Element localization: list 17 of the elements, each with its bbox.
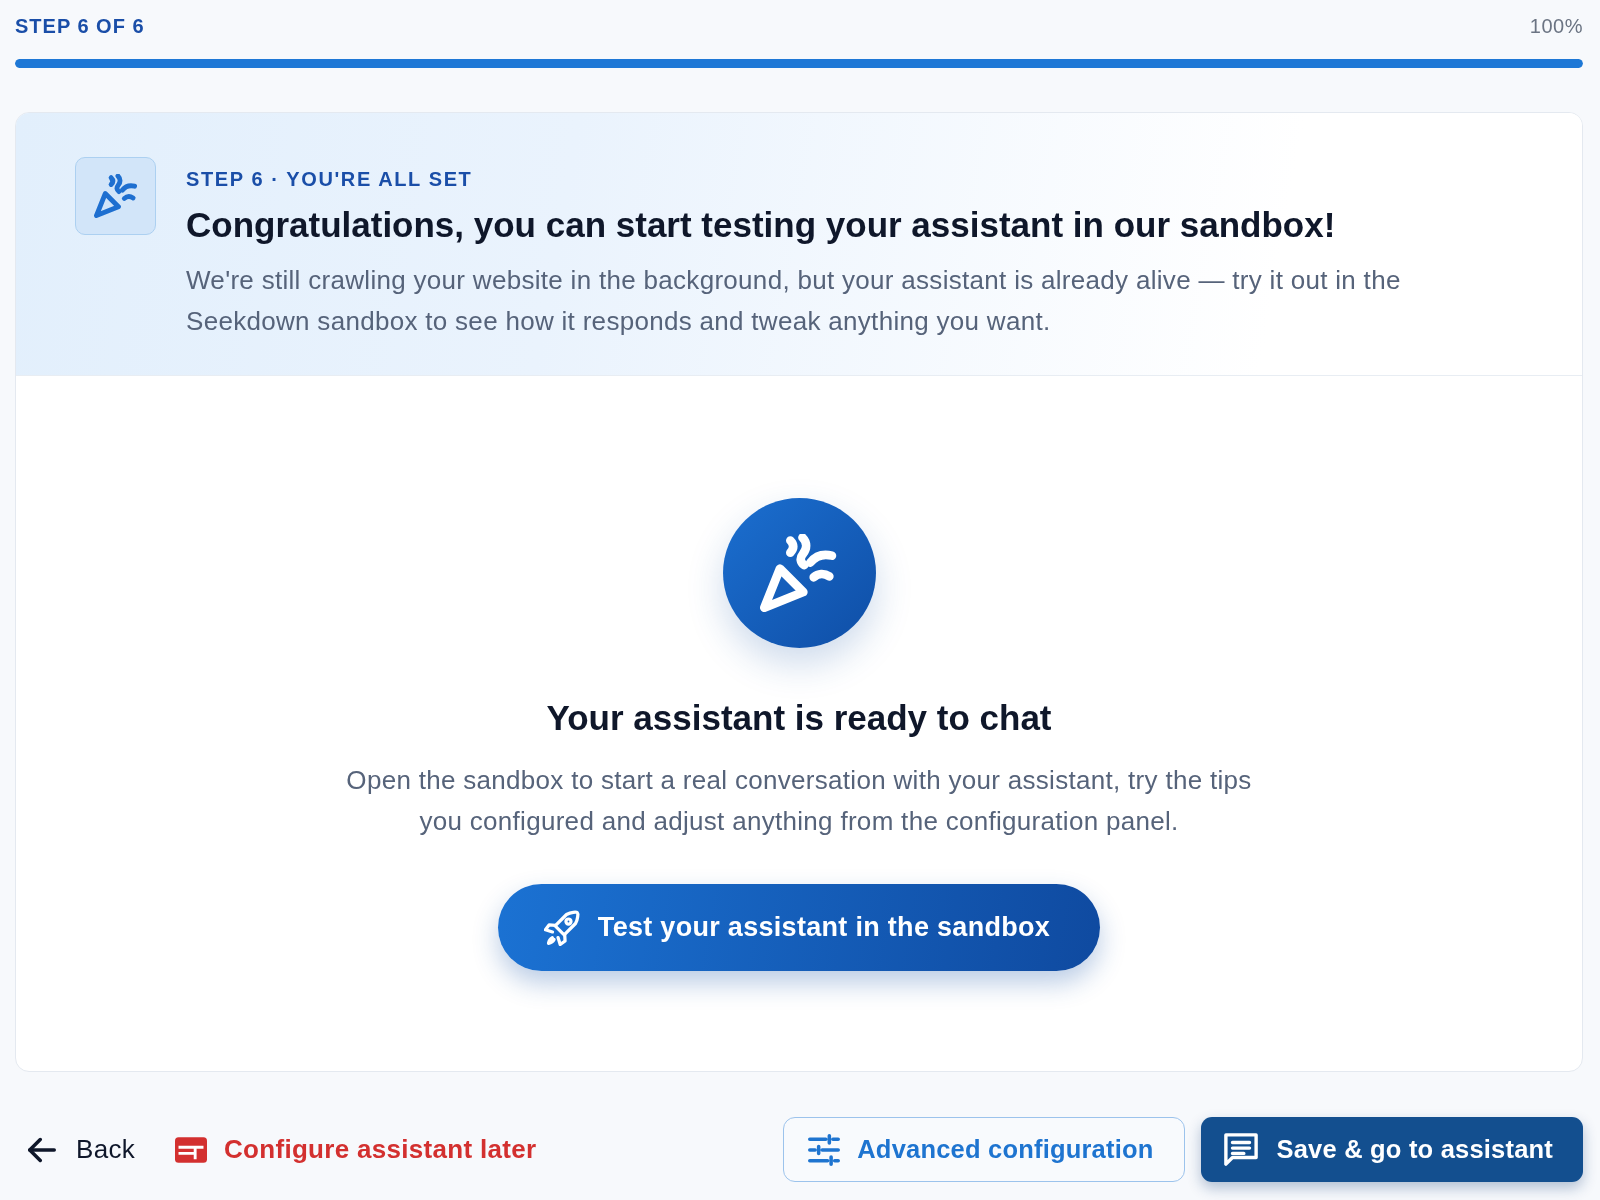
test-sandbox-button[interactable]: Test your assistant in the sandbox xyxy=(497,884,1101,971)
advanced-configuration-button[interactable]: Advanced configuration xyxy=(783,1117,1185,1182)
step-eyebrow: STEP 6 · YOU'RE ALL SET xyxy=(186,167,474,192)
step-title: Congratulations, you can start testing your assistant in our sandbox! xyxy=(186,204,1337,246)
arrow-left-icon xyxy=(28,1135,56,1164)
ready-description: Open the sandbox to start a real conversation with your assistant, try the tips you configured and adjust anything from the configuration panel. xyxy=(345,764,1253,838)
step-description: We're still crawling your website in the background, but your assistant is already alive — try it out in the Seekdown sandbox to see how it responds and tweak anything you want. xyxy=(186,264,1402,338)
back-button[interactable]: Back xyxy=(15,1117,135,1182)
ready-title: Your assistant is ready to chat xyxy=(546,697,1052,739)
rocket-icon xyxy=(543,909,580,946)
configure-later-button[interactable]: Configure assistant later xyxy=(175,1117,537,1182)
progress-percentage: 100% xyxy=(1529,14,1583,39)
step-counter: STEP 6 OF 6 xyxy=(15,14,145,39)
sliders-icon xyxy=(808,1133,841,1166)
save-and-go-button[interactable]: Save & go to assistant xyxy=(1200,1117,1583,1182)
chat-icon xyxy=(1223,1132,1258,1167)
party-popper-icon xyxy=(75,157,156,235)
